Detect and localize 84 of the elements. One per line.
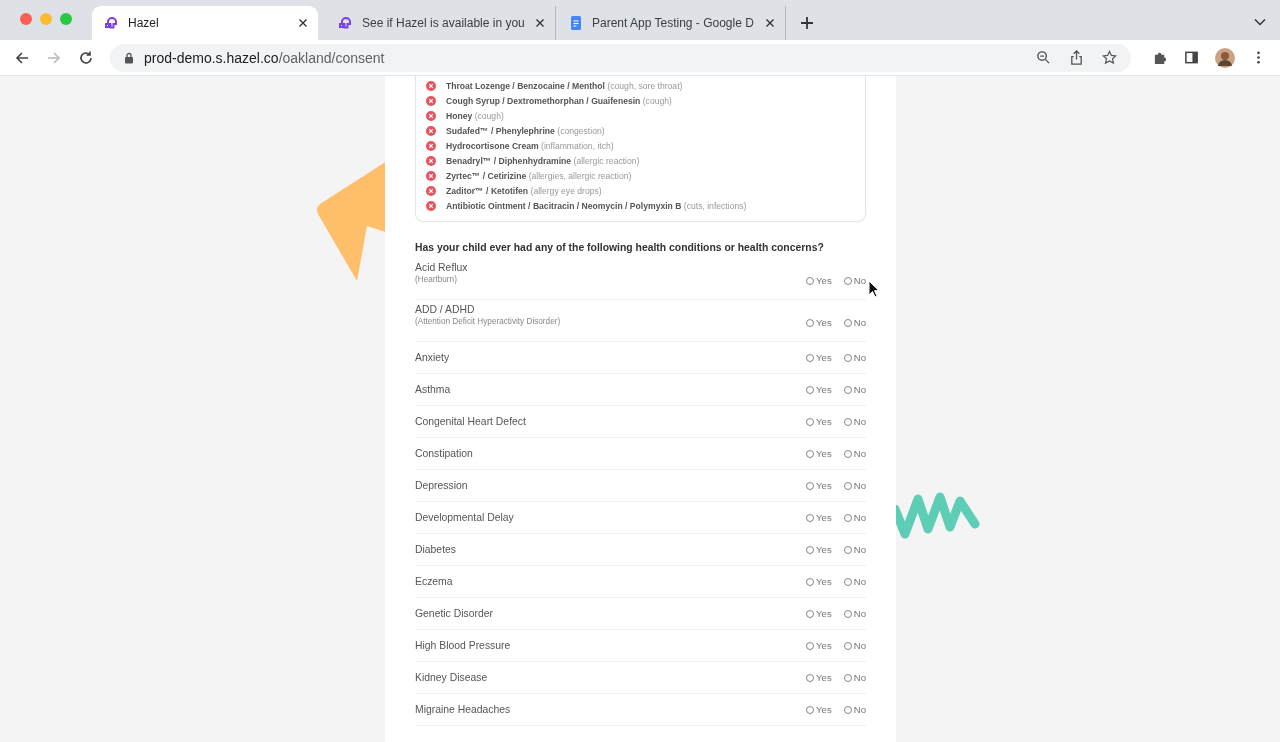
condition-name: Asthma — [415, 384, 452, 395]
remove-icon[interactable] — [426, 170, 436, 181]
medication-name: Throat Lozenge / Benzocaine / Menthol (cough, sore throat) — [446, 80, 683, 91]
forward-arrow-icon[interactable] — [46, 49, 62, 66]
condition-name: Constipation — [415, 448, 474, 459]
condition-name: Acid Reflux — [415, 262, 469, 273]
back-arrow-icon[interactable] — [14, 49, 30, 66]
profile-avatar-icon[interactable] — [1215, 47, 1235, 68]
share-icon[interactable] — [1069, 50, 1084, 65]
question-text: Has your child ever had any of the following health conditions or health concerns? — [415, 242, 825, 253]
remove-icon[interactable] — [426, 185, 436, 196]
condition-name: Genetic Disorder — [415, 608, 494, 619]
condition-name: Eczema — [415, 576, 454, 587]
radio-option[interactable]: Yes — [806, 704, 832, 715]
side-panel-icon[interactable] — [1184, 50, 1199, 65]
address-bar[interactable]: prod-demo.s.hazel.co/oakland/consent — [110, 43, 1131, 72]
remove-icon[interactable] — [426, 95, 436, 106]
medication-name: Cough Syrup / Dextromethorphan / Guaifenesin (cough) — [446, 95, 672, 106]
radio-option[interactable]: Yes — [806, 448, 832, 459]
bookmark-star-icon[interactable] — [1102, 50, 1117, 65]
medication-name: Antibiotic Ointment / Bacitracin / Neomycin / Polymyxin B (cuts, infections) — [446, 200, 747, 211]
new-tab-icon[interactable] — [800, 16, 814, 30]
radio-option[interactable]: Yes — [806, 480, 832, 491]
radio-option[interactable]: Yes — [806, 672, 832, 683]
reload-icon[interactable] — [78, 49, 94, 66]
document-icon — [568, 15, 584, 31]
radio-option[interactable]: No — [843, 352, 866, 363]
radio-option[interactable]: Yes — [806, 512, 832, 523]
zoom-out-icon[interactable] — [1036, 50, 1051, 65]
condition-detail: (Heartburn) — [415, 275, 458, 284]
radio-option[interactable]: Yes — [806, 275, 832, 286]
radio-option[interactable]: Yes — [806, 384, 832, 395]
condition-name: High Blood Pressure — [415, 640, 512, 651]
radio-option[interactable]: Yes — [806, 608, 832, 619]
medication-name: Benadryl™ / Diphenhydramine (allergic reaction) — [446, 155, 640, 166]
remove-icon[interactable] — [426, 155, 436, 166]
radio-option[interactable]: No — [843, 384, 866, 395]
condition-name: Depression — [415, 480, 469, 491]
radio-option[interactable]: Yes — [806, 576, 832, 587]
radio-option[interactable]: No — [843, 576, 866, 587]
radio-option[interactable]: Yes — [806, 640, 832, 651]
condition-name: Anxiety — [415, 352, 451, 363]
browser-tab[interactable]: Hazel — [92, 6, 318, 40]
radio-option[interactable]: No — [843, 640, 866, 651]
condition-name: Kidney Disease — [415, 672, 489, 683]
radio-option[interactable]: No — [843, 480, 866, 491]
remove-icon[interactable] — [426, 80, 436, 91]
radio-option[interactable]: No — [843, 544, 866, 555]
radio-option[interactable]: No — [843, 512, 866, 523]
radio-option[interactable]: No — [843, 704, 866, 715]
medication-name: Hydrocortisone Cream (inflammation, itch) — [446, 140, 614, 151]
radio-option[interactable]: Yes — [806, 416, 832, 427]
radio-option[interactable]: No — [843, 672, 866, 683]
medication-name: Honey (cough) — [446, 110, 504, 121]
condition-name: Migraine Headaches — [415, 704, 512, 715]
puzzle-piece-icon[interactable] — [1153, 50, 1168, 65]
medication-name: Sudafed™ / Phenylephrine (congestion) — [446, 125, 605, 136]
radio-option[interactable]: No — [843, 275, 866, 286]
remove-icon[interactable] — [426, 200, 436, 211]
mouse-cursor-icon — [868, 280, 880, 298]
radio-option[interactable]: No — [843, 416, 866, 427]
radio-option[interactable]: No — [843, 448, 866, 459]
close-tab-icon[interactable] — [298, 18, 308, 28]
condition-name: ADD / ADHD — [415, 304, 476, 315]
remove-icon[interactable] — [426, 110, 436, 121]
radio-option[interactable]: No — [843, 317, 866, 328]
condition-detail: (Attention Deficit Hyperactivity Disorder) — [415, 317, 562, 326]
radio-option[interactable]: Yes — [806, 544, 832, 555]
close-tab-icon[interactable] — [765, 18, 775, 28]
radio-option[interactable]: Yes — [806, 352, 832, 363]
medication-name: Zyrtec™ / Cetirizine (allergies, allergic reaction) — [446, 170, 632, 181]
radio-option[interactable]: Yes — [806, 317, 832, 328]
condition-name: Diabetes — [415, 544, 457, 555]
remove-icon[interactable] — [426, 125, 436, 136]
remove-icon[interactable] — [426, 140, 436, 151]
condition-name: Developmental Delay — [415, 512, 515, 523]
condition-name: Congenital Heart Defect — [415, 416, 527, 427]
close-window-button[interactable] — [20, 13, 32, 25]
radio-option[interactable]: No — [843, 608, 866, 619]
medication-name: Zaditor™ / Ketotifen (allergy eye drops) — [446, 185, 602, 196]
tab-list-chevron-icon[interactable] — [1254, 18, 1266, 26]
maximize-window-button[interactable] — [60, 13, 72, 25]
close-tab-icon[interactable] — [535, 18, 545, 28]
lock-icon — [124, 51, 134, 64]
